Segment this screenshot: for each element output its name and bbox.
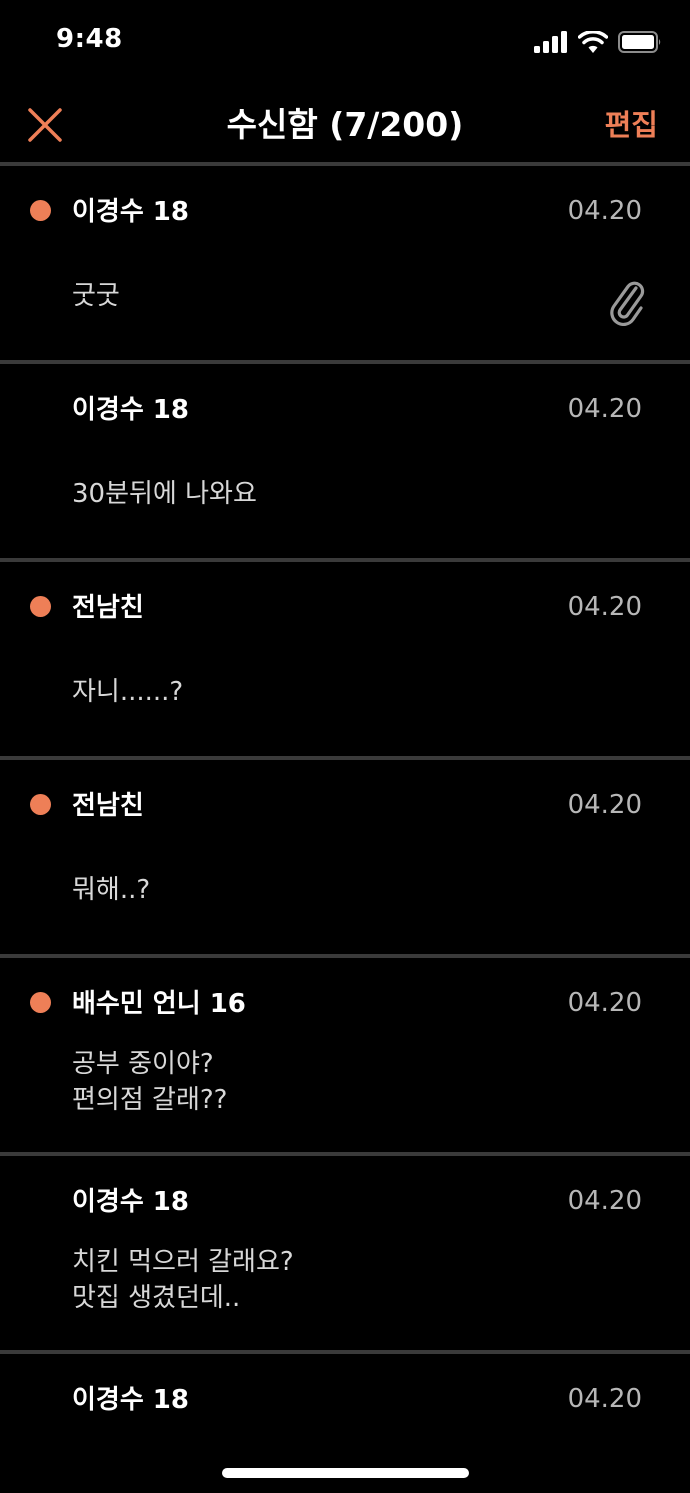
battery-icon (618, 31, 661, 53)
unread-dot (30, 596, 51, 617)
sender-name: 이경수 18 (72, 197, 189, 227)
unread-dot (30, 992, 51, 1013)
sender-name: 이경수 18 (72, 1187, 189, 1217)
cellular-signal-icon (534, 31, 567, 53)
sender-name: 전남친 (72, 593, 144, 623)
status-time: 9:48 (56, 24, 123, 54)
message-preview: 뭐해..? (72, 875, 151, 905)
message-date: 04.20 (567, 196, 642, 226)
status-icons (534, 28, 662, 56)
sender-name: 이경수 18 (72, 395, 189, 425)
paperclip-icon (610, 281, 645, 326)
message-item[interactable]: 이경수 18 04.20 30분뒤에 나와요 (0, 360, 690, 558)
message-date: 04.20 (567, 394, 642, 424)
home-indicator[interactable] (222, 1468, 469, 1478)
message-preview: 30분뒤에 나와요 (72, 479, 257, 509)
page-title: 수신함 (7/200) (226, 105, 464, 144)
message-date: 04.20 (567, 790, 642, 820)
unread-dot (30, 794, 51, 815)
message-preview: 자니......? (72, 677, 184, 707)
unread-dot (30, 200, 51, 221)
message-item[interactable]: 이경수 18 04.20 굿굿 (0, 162, 690, 360)
message-preview: 공부 중이야? 편의점 갈래?? (72, 1049, 228, 1115)
message-item[interactable]: 이경수 18 04.20 치킨 먹으러 갈래요? 맛집 생겼던데.. (0, 1152, 690, 1350)
message-preview: 굿굿 (72, 281, 120, 311)
sender-name: 전남친 (72, 791, 144, 821)
message-preview: 치킨 먹으러 갈래요? 맛집 생겼던데.. (72, 1247, 294, 1313)
status-bar: 9:48 (0, 0, 690, 86)
sender-name: 배수민 언니 16 (72, 989, 246, 1019)
message-list: 이경수 18 04.20 굿굿 이경수 18 04.20 30분뒤에 나와요 전… (0, 162, 690, 1493)
message-date: 04.20 (567, 988, 642, 1018)
edit-button[interactable]: 편집 (605, 102, 658, 144)
nav-bar: 수신함 (7/200) 편집 (0, 86, 690, 162)
message-item[interactable]: 배수민 언니 16 04.20 공부 중이야? 편의점 갈래?? (0, 954, 690, 1152)
wifi-icon (578, 31, 608, 53)
message-date: 04.20 (567, 592, 642, 622)
message-item[interactable]: 전남친 04.20 자니......? (0, 558, 690, 756)
message-item[interactable]: 전남친 04.20 뭐해..? (0, 756, 690, 954)
message-date: 04.20 (567, 1384, 642, 1414)
sender-name: 이경수 18 (72, 1385, 189, 1415)
message-date: 04.20 (567, 1186, 642, 1216)
